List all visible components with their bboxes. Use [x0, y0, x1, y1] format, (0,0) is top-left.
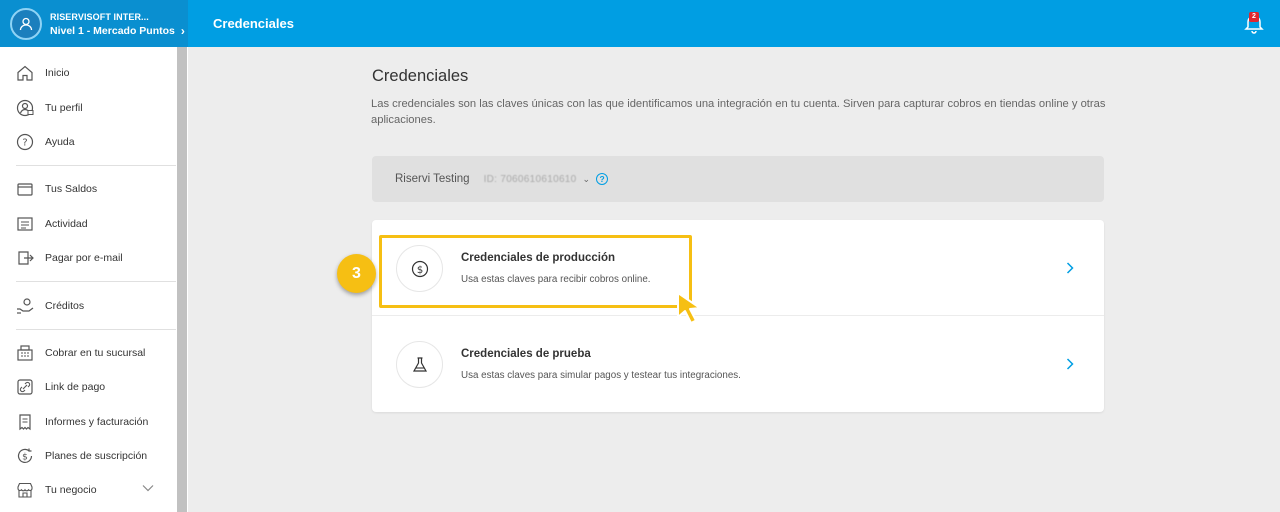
sidebar-item-label: Planes de suscripción: [45, 450, 148, 463]
sidebar-item-planes-de-suscripcion[interactable]: $ Planes de suscripción: [0, 439, 176, 473]
notifications-button[interactable]: 2: [1244, 12, 1264, 34]
sidebar-divider: [16, 328, 176, 330]
sidebar-item-pagar-por-email[interactable]: Pagar por e-mail: [0, 241, 176, 275]
production-credentials-item[interactable]: $ Credenciales de producción Usa estas c…: [372, 220, 1104, 316]
sidebar: Inicio Tu perfil ? Ayuda Tus Saldos Acti…: [0, 47, 188, 512]
sidebar-nav: Inicio Tu perfil ? Ayuda Tus Saldos Acti…: [0, 47, 176, 508]
store-icon: [17, 483, 33, 499]
application-selector: Riservi Testing ID: 7060610610610 ⌄ ?: [372, 156, 1104, 202]
sidebar-item-actividad[interactable]: Actividad: [0, 207, 176, 241]
subscription-icon: $: [17, 448, 33, 464]
wallet-icon: [17, 183, 33, 196]
chevron-down-icon[interactable]: ⌄: [583, 174, 591, 185]
chevron-right-icon: [1066, 358, 1074, 370]
main-content: Credenciales Las credenciales son las cl…: [188, 47, 1280, 512]
sidebar-item-tu-perfil[interactable]: Tu perfil: [0, 90, 176, 124]
sidebar-item-tu-negocio[interactable]: Tu negocio: [0, 473, 176, 507]
production-credentials-subtitle: Usa estas claves para recibir cobros onl…: [461, 274, 651, 285]
svg-text:?: ?: [22, 137, 27, 148]
chevron-down-icon[interactable]: [142, 484, 154, 492]
test-credentials-subtitle: Usa estas claves para simular pagos y te…: [461, 370, 741, 381]
sidebar-item-label: Informes y facturación: [45, 415, 149, 428]
test-credentials-item[interactable]: Credenciales de prueba Usa estas claves …: [372, 316, 1104, 412]
application-id[interactable]: ID: 7060610610610: [484, 174, 577, 185]
sidebar-item-label: Ayuda: [45, 135, 75, 148]
sidebar-item-label: Tus Saldos: [45, 183, 98, 196]
test-credentials-title: Credenciales de prueba: [461, 348, 591, 360]
application-name[interactable]: Riservi Testing: [395, 173, 470, 185]
send-icon: [18, 251, 34, 265]
page-description: Las credenciales son las claves únicas c…: [371, 98, 1106, 126]
sidebar-item-label: Tu perfil: [45, 101, 83, 114]
dollar-icon: $: [411, 260, 428, 277]
account-level-label: Nivel 1 - Mercado Puntos: [50, 24, 175, 37]
credit-icon: [17, 297, 34, 314]
row-icon-circle: [396, 341, 443, 388]
sidebar-item-label: Cobrar en tu sucursal: [45, 346, 146, 359]
sidebar-item-inicio[interactable]: Inicio: [0, 56, 176, 90]
sidebar-item-creditos[interactable]: Créditos: [0, 288, 176, 322]
help-icon[interactable]: ?: [596, 173, 609, 185]
sidebar-item-label: Actividad: [45, 217, 88, 230]
sidebar-item-label: Link de pago: [45, 381, 106, 394]
sidebar-item-informes-y-facturacion[interactable]: Informes y facturación: [0, 405, 176, 439]
sidebar-scrollbar[interactable]: [177, 47, 187, 512]
flask-icon: [412, 356, 427, 372]
user-icon: [19, 17, 33, 30]
credentials-card: $ Credenciales de producción Usa estas c…: [372, 220, 1104, 412]
notification-badge: 2: [1249, 12, 1259, 22]
sidebar-item-tus-saldos[interactable]: Tus Saldos: [0, 172, 176, 206]
sidebar-item-cobrar-en-tu-sucursal[interactable]: Cobrar en tu sucursal: [0, 336, 176, 370]
help-icon: ?: [16, 133, 34, 151]
account-level: Nivel 1 - Mercado Puntos ›: [50, 24, 185, 38]
register-icon: [17, 345, 33, 361]
sidebar-item-link-de-pago[interactable]: Link de pago: [0, 370, 176, 404]
profile-icon: [16, 99, 34, 116]
sidebar-divider: [16, 165, 176, 167]
account-name: RISERVISOFT INTER...: [50, 11, 149, 22]
avatar: [10, 7, 42, 40]
sidebar-divider: [16, 281, 176, 283]
svg-text:$: $: [416, 264, 422, 275]
activity-icon: [17, 217, 33, 231]
chevron-right-icon: ›: [180, 23, 185, 38]
home-icon: [17, 65, 33, 81]
cursor-pointer-icon: [677, 292, 701, 324]
sidebar-item-label: Inicio: [45, 67, 70, 80]
top-bar: RISERVISOFT INTER... Nivel 1 - Mercado P…: [0, 0, 1280, 47]
sidebar-item-label: Pagar por e-mail: [45, 252, 123, 265]
page-heading: Credenciales: [213, 16, 294, 31]
receipt-icon: [19, 414, 31, 430]
link-icon: [17, 379, 33, 395]
production-credentials-title: Credenciales de producción: [461, 252, 616, 264]
page-title: Credenciales: [372, 67, 469, 85]
sidebar-item-ayuda[interactable]: ? Ayuda: [0, 125, 176, 159]
sidebar-item-label: Tu negocio: [45, 484, 97, 497]
sidebar-item-label: Créditos: [45, 299, 85, 312]
row-icon-circle: $: [396, 245, 443, 292]
account-switcher[interactable]: RISERVISOFT INTER... Nivel 1 - Mercado P…: [0, 0, 188, 47]
svg-text:$: $: [22, 453, 28, 463]
chevron-right-icon: [1066, 262, 1074, 274]
tutorial-step-badge: 3: [337, 254, 376, 293]
